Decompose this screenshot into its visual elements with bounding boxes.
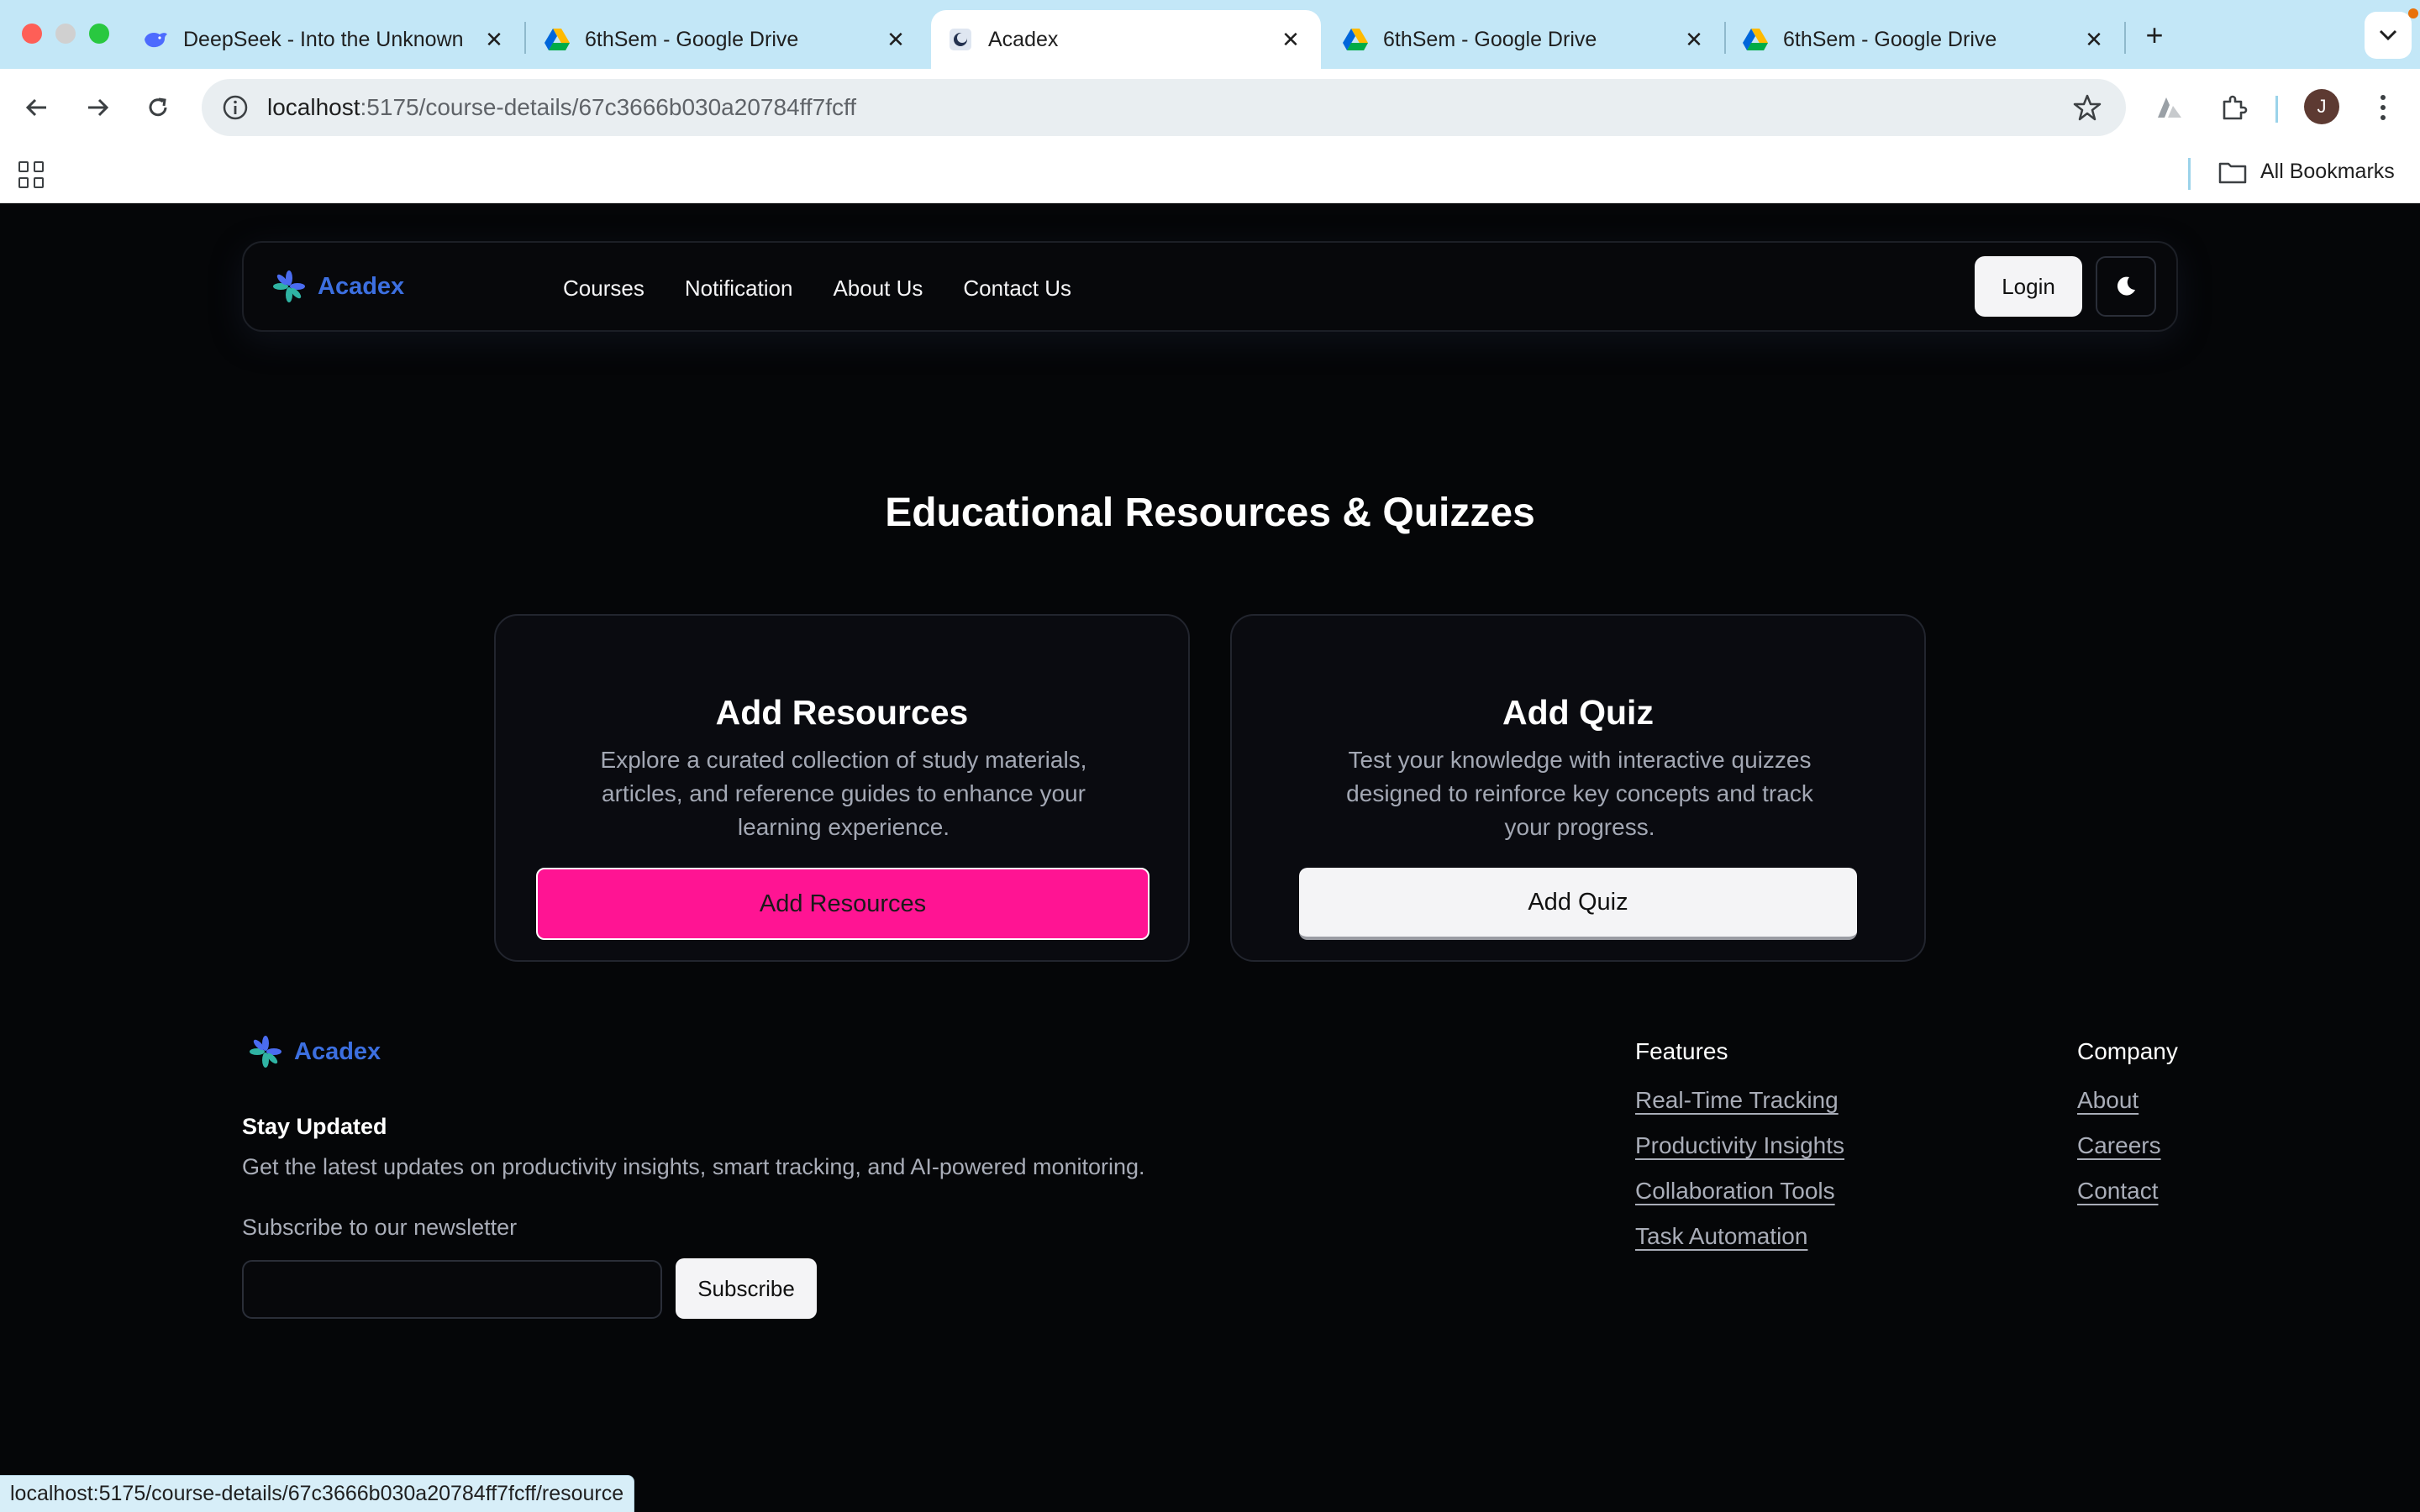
add-quiz-button[interactable]: Add Quiz <box>1299 868 1857 940</box>
reload-icon <box>149 97 167 117</box>
close-icon[interactable]: ✕ <box>882 26 909 53</box>
url-text: localhost:5175/course-details/67c3666b03… <box>267 94 857 120</box>
chevron-down-icon <box>2379 29 2397 41</box>
tab-title: 6thSem - Google Drive <box>1783 27 1997 51</box>
extensions-puzzle-icon[interactable] <box>2215 89 2252 126</box>
theme-toggle-button[interactable] <box>2096 256 2156 317</box>
tab-strip: DeepSeek - Into the Unknown ✕ 6thSem - G… <box>0 0 2420 69</box>
close-icon[interactable]: ✕ <box>481 26 508 53</box>
add-resources-button[interactable]: Add Resources <box>536 868 1150 940</box>
google-drive-icon <box>1743 27 1768 52</box>
card-description: Explore a curated collection of study ma… <box>600 747 1087 840</box>
bookmark-star-icon[interactable] <box>2072 92 2102 123</box>
footer-link-task-automation[interactable]: Task Automation <box>1635 1223 1844 1250</box>
arrow-right-icon <box>88 98 109 117</box>
footer-company-column: Company About Careers Contact <box>2077 1038 2178 1223</box>
tab-separator <box>524 22 526 54</box>
newsletter-email-input[interactable] <box>242 1260 662 1319</box>
tab-separator <box>2124 22 2126 54</box>
tab-acadex[interactable]: Acadex ✕ <box>931 10 1321 69</box>
footer-link-real-time-tracking[interactable]: Real-Time Tracking <box>1635 1087 1844 1114</box>
new-tab-button[interactable]: + <box>2138 18 2171 52</box>
footer-link-contact[interactable]: Contact <box>2077 1178 2178 1205</box>
login-button[interactable]: Login <box>1975 256 2082 317</box>
card-description: Test your knowledge with interactive qui… <box>1346 747 1813 840</box>
all-bookmarks-label: All Bookmarks <box>2260 160 2395 183</box>
brand-logo[interactable]: Acadex <box>272 270 404 303</box>
features-heading: Features <box>1635 1038 1728 1064</box>
extension-prompt-icon[interactable] <box>2151 89 2188 126</box>
bookmarks-divider <box>2188 158 2191 190</box>
subscribe-button[interactable]: Subscribe <box>676 1258 817 1319</box>
footer-brand-logo[interactable]: Acadex <box>249 1035 381 1068</box>
footer-brand-name: Acadex <box>294 1037 381 1065</box>
footer-link-careers[interactable]: Careers <box>2077 1132 2178 1159</box>
maximize-window-button[interactable] <box>89 24 109 44</box>
tab-title: 6thSem - Google Drive <box>585 27 799 51</box>
google-drive-icon <box>544 27 570 52</box>
nav-link-notification[interactable]: Notification <box>685 276 793 302</box>
link-status-bubble: localhost:5175/course-details/67c3666b03… <box>0 1475 635 1512</box>
newsletter-label: Subscribe to our newsletter <box>242 1215 518 1240</box>
tab-title: 6thSem - Google Drive <box>1383 27 1597 51</box>
nav-links: Courses Notification About Us Contact Us <box>563 243 1071 333</box>
close-icon[interactable]: ✕ <box>1277 26 1304 53</box>
toolbar-divider <box>2275 96 2278 123</box>
tab-deepseek[interactable]: DeepSeek - Into the Unknown ✕ <box>126 10 524 69</box>
bookmarks-bar: All Bookmarks <box>0 146 2420 203</box>
browser-toolbar: localhost:5175/course-details/67c3666b03… <box>0 69 2420 146</box>
acadex-logo-icon <box>250 1036 281 1068</box>
footer-features-column: Features Real-Time Tracking Productivity… <box>1635 1038 1844 1268</box>
add-resources-card: Add Resources Explore a curated collecti… <box>494 614 1190 962</box>
tab-google-drive[interactable]: 6thSem - Google Drive ✕ <box>528 10 926 69</box>
address-bar[interactable]: localhost:5175/course-details/67c3666b03… <box>202 79 2126 136</box>
close-icon[interactable]: ✕ <box>1681 26 1707 53</box>
tab-google-drive[interactable]: 6thSem - Google Drive ✕ <box>1326 10 1724 69</box>
card-title: Add Resources <box>715 693 969 732</box>
site-info-icon[interactable] <box>207 79 264 136</box>
nav-link-courses[interactable]: Courses <box>563 276 644 302</box>
deepseek-whale-icon <box>143 27 168 52</box>
page-title: Educational Resources & Quizzes <box>885 491 1535 535</box>
reload-button[interactable] <box>136 86 180 129</box>
site-navbar: Acadex Courses Notification About Us Con… <box>242 241 2178 332</box>
nav-link-contact-us[interactable]: Contact Us <box>963 276 1071 302</box>
add-quiz-card: Add Quiz Test your knowledge with intera… <box>1230 614 1926 962</box>
tab-google-drive[interactable]: 6thSem - Google Drive ✕ <box>1726 10 2124 69</box>
stay-updated-heading: Stay Updated <box>242 1114 387 1139</box>
footer-link-about[interactable]: About <box>2077 1087 2178 1114</box>
card-title: Add Quiz <box>1502 693 1654 732</box>
all-bookmarks-button[interactable]: All Bookmarks <box>2218 160 2395 184</box>
google-drive-icon <box>1343 27 1368 52</box>
arrow-left-icon <box>25 98 46 117</box>
brand-name: Acadex <box>318 272 405 300</box>
apps-grid-icon[interactable] <box>18 161 45 188</box>
tab-title: Acadex <box>988 27 1059 51</box>
back-button[interactable] <box>15 86 59 129</box>
acadex-favicon <box>948 27 973 52</box>
tab-search-button[interactable] <box>2365 12 2412 59</box>
more-menu-icon[interactable] <box>2365 89 2402 126</box>
tab-title: DeepSeek - Into the Unknown <box>183 27 464 51</box>
profile-avatar[interactable]: J <box>2304 89 2339 124</box>
moon-icon <box>2117 276 2135 296</box>
forward-button[interactable] <box>76 86 119 129</box>
company-heading: Company <box>2077 1038 2178 1064</box>
close-window-button[interactable] <box>22 24 42 44</box>
minimize-window-button[interactable] <box>55 24 76 44</box>
nav-link-about-us[interactable]: About Us <box>833 276 923 302</box>
notification-dot <box>2408 8 2418 18</box>
folder-icon <box>2218 160 2247 184</box>
footer-link-productivity-insights[interactable]: Productivity Insights <box>1635 1132 1844 1159</box>
close-icon[interactable]: ✕ <box>2081 26 2107 53</box>
acadex-logo-icon <box>273 270 305 302</box>
footer-link-collaboration-tools[interactable]: Collaboration Tools <box>1635 1178 1844 1205</box>
stay-updated-description: Get the latest updates on productivity i… <box>242 1154 1145 1179</box>
